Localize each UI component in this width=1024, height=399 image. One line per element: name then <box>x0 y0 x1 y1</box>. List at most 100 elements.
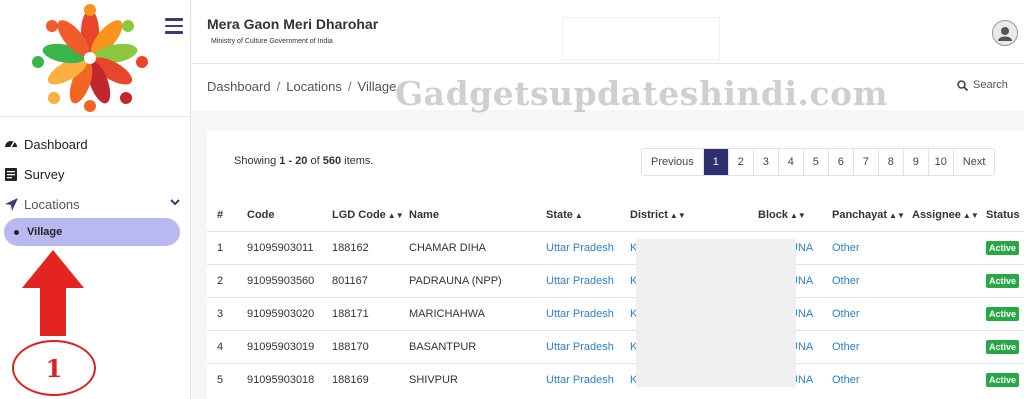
cell-assignee <box>912 230 986 264</box>
menu-toggle-icon[interactable] <box>165 18 183 34</box>
sidebar-item-locations[interactable]: Locations <box>4 192 80 216</box>
cell-name: CHAMAR DIHA <box>409 230 546 264</box>
showing-of: of <box>307 155 323 167</box>
sidebar: Dashboard Survey Locations Village 1 <box>0 0 191 399</box>
cell-assignee <box>912 329 986 363</box>
cell-lgd-code: 801167 <box>332 263 409 297</box>
sidebar-subitem-label: Village <box>27 226 63 238</box>
sidebar-item-label: Dashboard <box>24 136 88 152</box>
column-header-label: State <box>546 208 573 221</box>
cell-state-link[interactable]: Uttar Pradesh <box>546 296 630 330</box>
app-subtitle: Ministry of Culture Government of India <box>211 38 333 45</box>
cell-panchayat-link[interactable]: Other <box>832 296 912 330</box>
cell-code: 91095903011 <box>247 230 332 264</box>
column-header-number: # <box>217 208 224 221</box>
sort-icon: ▲▼ <box>669 210 686 220</box>
cell-lgd-code: 188169 <box>332 362 409 396</box>
table-row: 5 91095903018 188169 SHIVPUR Uttar Prade… <box>207 362 1024 396</box>
cell-lgd-code: 188170 <box>332 329 409 363</box>
column-header-panchayat[interactable]: Panchayat ▲▼ <box>832 199 912 231</box>
breadcrumb-separator: / <box>276 79 281 94</box>
cell-panchayat-link[interactable]: Other <box>832 362 912 396</box>
search-button[interactable]: Search <box>957 79 1008 91</box>
status-badge: Active <box>986 273 1020 288</box>
village-table: # Code LGD Code ▲▼ Name State ▲ District ▲▼… <box>207 199 1024 396</box>
cell-status: Active <box>986 362 1024 396</box>
pagination-page[interactable]: 2 <box>729 149 754 175</box>
pagination-page[interactable]: 7 <box>854 149 879 175</box>
breadcrumb-dashboard[interactable]: Dashboard <box>207 79 271 94</box>
chevron-down-icon[interactable] <box>170 198 180 209</box>
sidebar-item-survey[interactable]: Survey <box>4 162 64 186</box>
cell-code: 91095903560 <box>247 263 332 297</box>
cell-state-link[interactable]: Uttar Pradesh <box>546 362 630 396</box>
column-header-label: District <box>630 208 668 221</box>
status-badge: Active <box>986 372 1020 387</box>
cell-state-link[interactable]: Uttar Pradesh <box>546 329 630 363</box>
blank-box <box>562 17 720 60</box>
top-header: Mera Gaon Meri Dharohar Ministry of Cult… <box>192 0 1024 64</box>
sort-ascending-icon: ▲ <box>574 210 583 220</box>
column-header-status: Status <box>986 208 1020 221</box>
showing-suffix: items. <box>341 155 374 167</box>
showing-total: 560 <box>322 155 342 167</box>
status-badge: Active <box>986 240 1020 255</box>
table-row: 4 91095903019 188170 BASANTPUR Uttar Pra… <box>207 329 1024 363</box>
pagination-page[interactable]: 4 <box>779 149 804 175</box>
sidebar-item-dashboard[interactable]: Dashboard <box>4 132 88 156</box>
column-header-block[interactable]: Block ▲▼ <box>758 199 832 231</box>
items-count-text: Showing 1 - 20 of 560 items. <box>234 155 373 167</box>
column-header-name: Name <box>409 208 439 221</box>
cell-lgd-code: 188162 <box>332 230 409 264</box>
pagination-page[interactable]: 9 <box>904 149 929 175</box>
cell-state-link[interactable]: Uttar Pradesh <box>546 263 630 297</box>
sidebar-divider <box>0 116 191 117</box>
breadcrumb-locations[interactable]: Locations <box>286 79 342 94</box>
cell-panchayat-link[interactable]: Other <box>832 230 912 264</box>
pagination-page[interactable]: 5 <box>804 149 829 175</box>
pagination-page[interactable]: 1 <box>703 149 729 175</box>
annotation-arrow-up-icon <box>22 250 84 336</box>
search-label: Search <box>973 79 1008 91</box>
survey-icon <box>4 167 18 181</box>
sort-icon: ▲▼ <box>789 210 806 220</box>
column-header-label: LGD Code <box>332 208 386 221</box>
showing-range: 1 - 20 <box>279 155 308 167</box>
pagination-next[interactable]: Next <box>954 149 995 175</box>
user-avatar-icon[interactable] <box>992 20 1018 46</box>
cell-status: Active <box>986 263 1024 297</box>
cell-status: Active <box>986 296 1024 330</box>
logo-icon <box>32 4 148 112</box>
cell-number: 3 <box>207 296 247 330</box>
sort-icon: ▲▼ <box>962 210 979 220</box>
cell-code: 91095903018 <box>247 362 332 396</box>
app-title: Mera Gaon Meri Dharohar <box>207 16 379 32</box>
sidebar-subitem-village[interactable]: Village <box>4 218 180 246</box>
cell-assignee <box>912 296 986 330</box>
column-header-code: Code <box>247 208 275 221</box>
breadcrumb-bar: Dashboard / Locations / Village Search <box>192 64 1024 110</box>
table-row: 1 91095903011 188162 CHAMAR DIHA Uttar P… <box>207 230 1024 264</box>
pagination-previous[interactable]: Previous <box>642 149 704 175</box>
column-header-assignee[interactable]: Assignee ▲▼ <box>912 199 986 231</box>
pagination-page[interactable]: 6 <box>829 149 854 175</box>
column-header-district[interactable]: District ▲▼ <box>630 199 758 231</box>
cell-name: PADRAUNA (NPP) <box>409 263 546 297</box>
cell-code: 91095903019 <box>247 329 332 363</box>
pagination-page[interactable]: 8 <box>879 149 904 175</box>
column-header-state[interactable]: State ▲ <box>546 199 630 231</box>
cell-lgd-code: 188171 <box>332 296 409 330</box>
showing-prefix: Showing <box>234 155 280 167</box>
breadcrumb-separator: / <box>347 79 352 94</box>
cell-state-link[interactable]: Uttar Pradesh <box>546 230 630 264</box>
sort-icon: ▲▼ <box>889 210 905 220</box>
cell-number: 2 <box>207 263 247 297</box>
pagination-page[interactable]: 10 <box>929 149 954 175</box>
cell-panchayat-link[interactable]: Other <box>832 329 912 363</box>
breadcrumb-village: Village <box>357 79 397 94</box>
column-header-lgd-code[interactable]: LGD Code ▲▼ <box>332 199 409 231</box>
pagination-page[interactable]: 3 <box>754 149 779 175</box>
cell-panchayat-link[interactable]: Other <box>832 263 912 297</box>
cell-number: 5 <box>207 362 247 396</box>
cell-number: 1 <box>207 230 247 264</box>
